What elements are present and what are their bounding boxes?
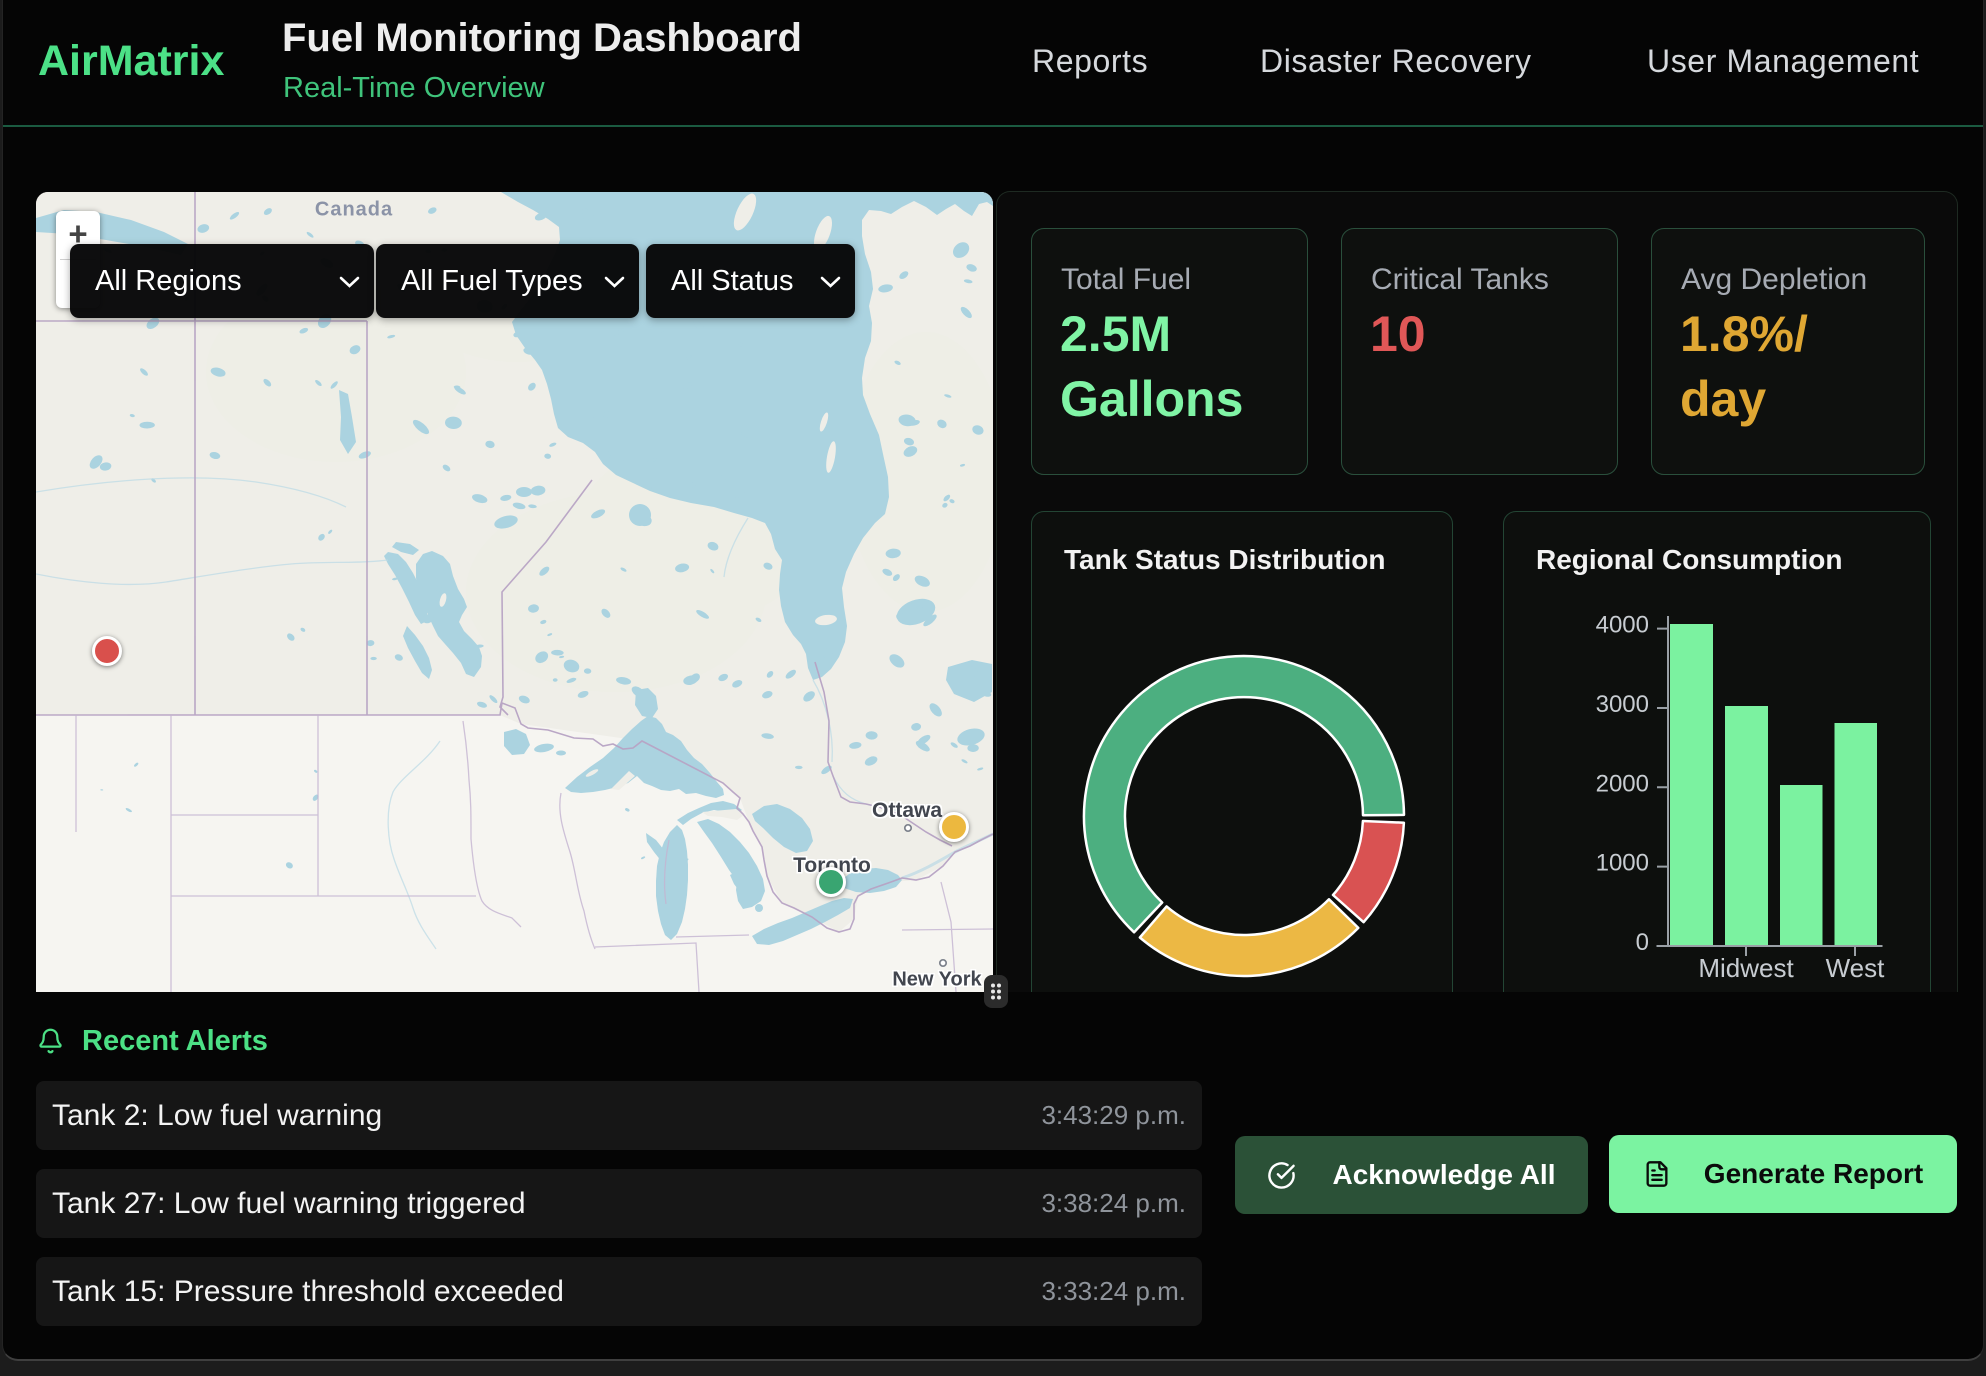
- svg-text:1000: 1000: [1596, 850, 1649, 877]
- svg-text:4000: 4000: [1596, 612, 1649, 639]
- svg-text:West: West: [1826, 953, 1886, 983]
- svg-text:0: 0: [1636, 929, 1649, 956]
- svg-text:2000: 2000: [1596, 770, 1649, 797]
- svg-text:Midwest: Midwest: [1698, 953, 1794, 983]
- svg-text:3000: 3000: [1596, 691, 1649, 718]
